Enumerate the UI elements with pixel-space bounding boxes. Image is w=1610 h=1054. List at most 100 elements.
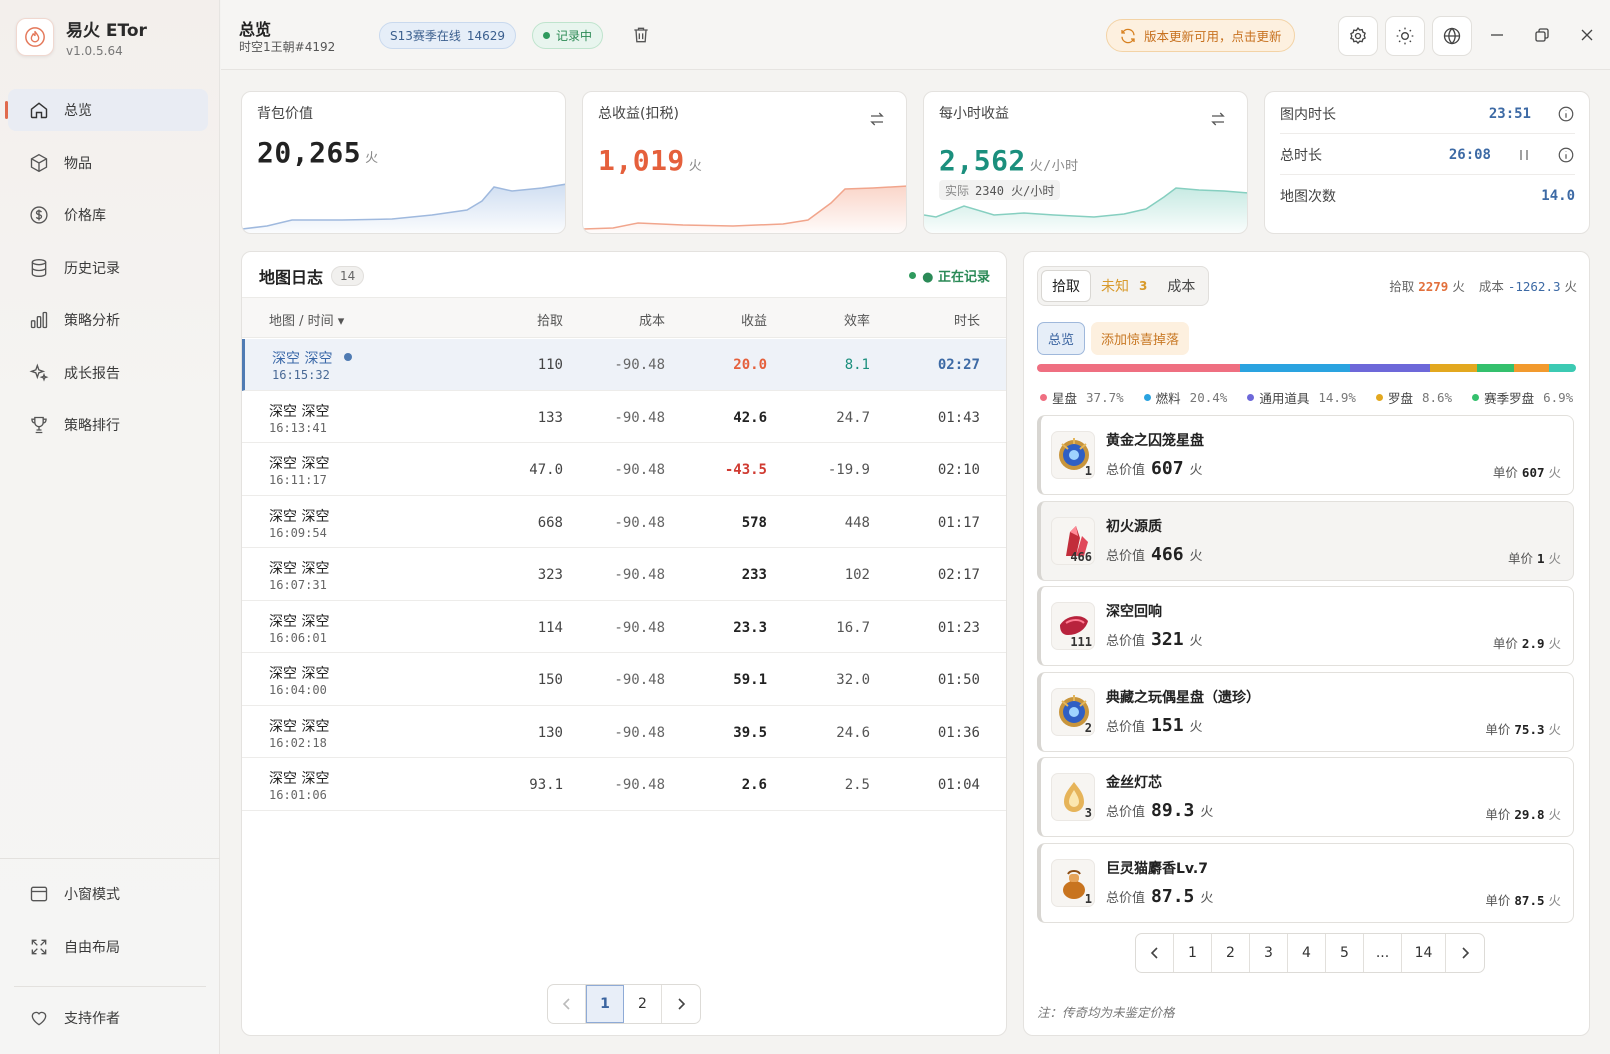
table-row[interactable]: 深空 深空 16:04:00 150 -90.48 59.1 32.0 01:50 (242, 654, 1006, 706)
window-icon (28, 883, 50, 905)
pick-sum-unit: 火 (1452, 279, 1465, 294)
sidebar-item-items[interactable]: 物品 (8, 142, 208, 184)
item-qty: 1 (1084, 464, 1092, 478)
restore-icon[interactable] (1531, 24, 1553, 46)
row-map-name: 深空 深空 (269, 771, 330, 787)
table-row[interactable]: 深空 深空 16:06:01 114 -90.48 23.3 16.7 01:23 (242, 602, 1006, 653)
row-pick: 110 (537, 357, 563, 373)
legend-item: 赛季罗盘 6.9% (1472, 388, 1573, 407)
drop-item-card[interactable]: 1 黄金之囚笼星盘 总价值 607 火单价 607 火 (1037, 415, 1574, 495)
page-button[interactable]: 2 (624, 985, 662, 1023)
drops-view-toggle: 拾取 未知 3 成本 (1037, 266, 1210, 306)
legend-name: 通用道具 (1259, 391, 1310, 406)
drop-item-card[interactable]: 466 初火源质 总价值 466 火单价 1 火 (1037, 500, 1574, 581)
sidebar-item-history[interactable]: 历史记录 (8, 247, 208, 289)
page-button[interactable]: 4 (1288, 934, 1326, 972)
currency-label: 火 (1200, 890, 1214, 906)
table-row[interactable]: 深空 深空 16:15:32 110 -90.48 20.0 8.1 02:27 (242, 339, 1006, 391)
legend-pct: 6.9% (1543, 390, 1574, 405)
map-log-count: 14 (331, 266, 365, 286)
item-name: 深空回响 (1106, 604, 1162, 620)
cost-sum-label: 成本 (1478, 279, 1504, 294)
drop-item-card[interactable]: 2 典藏之玩偶星盘（遗珍） 总价值 151 火单价 75.3 火 (1037, 671, 1574, 752)
row-efficiency: 24.6 (836, 724, 870, 741)
recording-badge[interactable]: 记录中 (532, 22, 604, 49)
recording-dot-icon (543, 32, 550, 39)
sidebar-item-label: 小窗模式 (64, 887, 120, 903)
page-button[interactable]: 2 (1212, 934, 1250, 972)
unit-label: 单价 (1485, 721, 1511, 737)
item-unit-value: 75.3 (1514, 721, 1545, 737)
page-button[interactable]: 1 (1174, 934, 1212, 972)
col-efficiency: 效率 (843, 314, 870, 329)
row-pick: 668 (537, 514, 563, 531)
hourly-profit-card: 每小时收益 2,562 火/小时 实际 2340 火/小时 (923, 91, 1248, 234)
info-icon[interactable] (1557, 105, 1575, 123)
row-cost: -90.48 (614, 672, 665, 688)
legend-dot-icon (1472, 394, 1480, 401)
bag-value-card: 背包价值 20,265 火 (241, 91, 566, 234)
next-page-icon[interactable] (662, 985, 700, 1023)
row-efficiency: 24.7 (836, 409, 870, 426)
sidebar-item-growth[interactable]: 成长报告 (8, 352, 208, 394)
row-time: 16:09:54 (269, 525, 327, 540)
sidebar-item-price-db[interactable]: 价格库 (8, 194, 208, 236)
page-button[interactable]: 5 (1326, 934, 1364, 972)
tab-pick-label: 拾取 (1052, 279, 1080, 295)
page-ellipsis[interactable]: ... (1364, 934, 1402, 972)
subtab-overview[interactable]: 总览 (1037, 322, 1086, 355)
legend-dot-icon (1040, 394, 1047, 401)
table-row[interactable]: 深空 深空 16:11:17 47.0 -90.48 -43.5 -19.9 02:10 (242, 444, 1006, 496)
drop-item-card[interactable]: 1 巨灵猫麝香Lv.7 总价值 87.5 火单价 87.5 火 (1037, 842, 1574, 923)
hourly-profit-unit: 火/小时 (1029, 159, 1079, 174)
page-button[interactable]: 3 (1250, 934, 1288, 972)
sidebar-item-overview[interactable]: 总览 (5, 89, 208, 131)
update-button[interactable]: 版本更新可用，点击更新 (1106, 19, 1295, 52)
tab-unknown[interactable]: 未知 3 (1091, 270, 1157, 302)
minimize-icon[interactable] (1486, 24, 1508, 46)
map-time-value: 23:51 (1488, 105, 1531, 122)
col-map-time[interactable]: 地图 / 时间 ▾ (269, 310, 344, 329)
row-cost: -90.48 (614, 409, 665, 426)
row-duration: 01:43 (937, 409, 980, 426)
sidebar-item-ranking[interactable]: 策略排行 (8, 404, 208, 446)
sidebar-item-label: 价格库 (64, 208, 106, 224)
item-total: 总价值 466 火 (1106, 544, 1203, 565)
info-icon[interactable] (1557, 146, 1575, 164)
swap-icon[interactable] (868, 110, 886, 132)
close-icon[interactable] (1576, 24, 1598, 46)
refresh-icon (1121, 28, 1135, 43)
prev-page-icon[interactable] (548, 985, 586, 1023)
pause-icon[interactable] (1517, 147, 1531, 163)
settings-button[interactable] (1338, 16, 1378, 56)
next-page-icon[interactable] (1446, 934, 1484, 972)
table-row[interactable]: 深空 深空 16:09:54 668 -90.48 578 448 01:17 (242, 497, 1006, 548)
sidebar-item-strategy[interactable]: 策略分析 (8, 299, 208, 341)
language-button[interactable] (1432, 16, 1472, 56)
sidebar-item-mini-window[interactable]: 小窗模式 (8, 873, 208, 915)
swap-icon[interactable] (1209, 110, 1227, 132)
theme-button[interactable] (1385, 16, 1425, 56)
tab-cost-label: 成本 (1167, 279, 1196, 295)
legend-item: 星盘 37.7% (1040, 388, 1124, 407)
row-profit: 42.6 (733, 409, 767, 426)
trash-icon[interactable] (631, 24, 651, 50)
table-row[interactable]: 深空 深空 16:13:41 133 -90.48 42.6 24.7 01:43 (242, 392, 1006, 443)
drops-subtabs: 总览 添加惊喜掉落 (1037, 322, 1190, 355)
drop-item-card[interactable]: 111 深空回响 总价值 321 火单价 2.9 火 (1037, 586, 1574, 666)
table-row[interactable]: 深空 深空 16:07:31 323 -90.48 233 102 02:17 (242, 549, 1006, 601)
table-row[interactable]: 深空 深空 16:01:06 93.1 -90.48 2.6 2.5 01:04 (242, 759, 1006, 811)
page-button[interactable]: 1 (586, 985, 624, 1023)
page-button[interactable]: 14 (1402, 934, 1446, 972)
drop-item-card[interactable]: 3 金丝灯芯 总价值 89.3 火单价 29.8 火 (1037, 757, 1574, 837)
sidebar-item-free-layout[interactable]: 自由布局 (8, 926, 208, 968)
sidebar-item-support[interactable]: 支持作者 (8, 997, 208, 1039)
tab-pick[interactable]: 拾取 (1041, 270, 1091, 302)
sidebar: 易火 ETor v1.0.5.64 总览 物品 价格库 历史记录 策略分析 成长… (0, 0, 220, 1054)
row-profit: 59.1 (733, 672, 767, 688)
add-surprise-drop-button[interactable]: 添加惊喜掉落 (1091, 322, 1190, 355)
tab-cost[interactable]: 成本 (1157, 270, 1205, 302)
legend-name: 星盘 (1052, 391, 1078, 406)
prev-page-icon[interactable] (1136, 934, 1174, 972)
table-row[interactable]: 深空 深空 16:02:18 130 -90.48 39.5 24.6 01:36 (242, 707, 1006, 758)
